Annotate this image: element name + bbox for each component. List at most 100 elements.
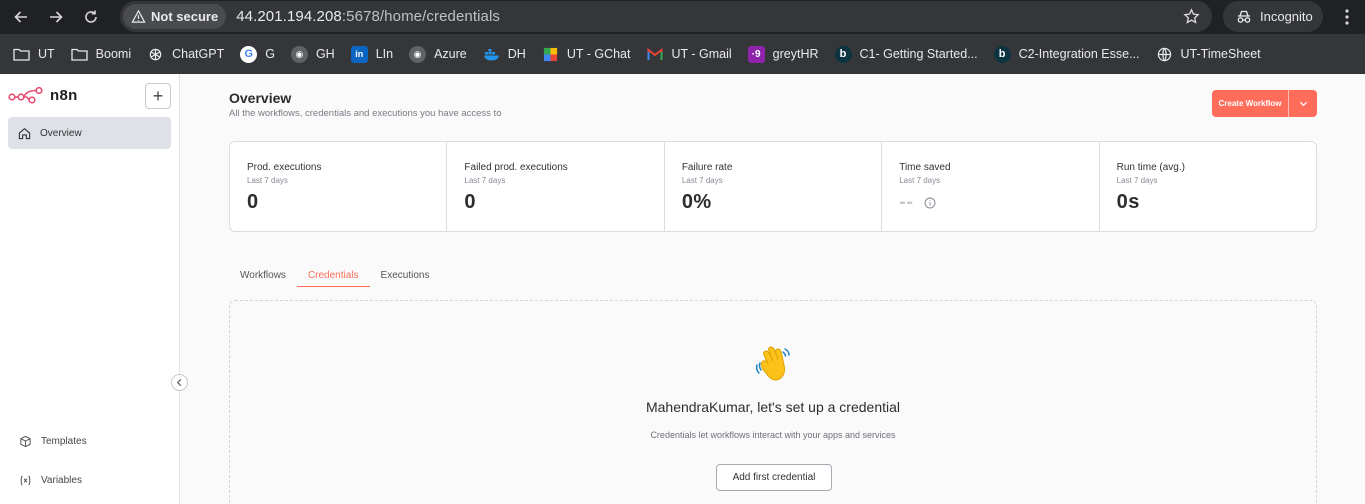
reload-button[interactable]	[76, 2, 106, 32]
bookmark-label: greytHR	[772, 47, 819, 61]
bookmark-lin[interactable]: in LIn	[350, 45, 393, 63]
add-first-credential-button[interactable]: Add first credential	[716, 464, 832, 491]
bookmark-dh[interactable]: DH	[483, 46, 526, 63]
page-subtitle: All the workflows, credentials and execu…	[229, 108, 502, 119]
box-icon	[20, 435, 31, 448]
bookmark-star-icon[interactable]	[1183, 8, 1200, 25]
back-button[interactable]	[6, 2, 36, 32]
tab-workflows[interactable]: Workflows	[229, 264, 297, 287]
create-dropdown-button[interactable]	[1289, 90, 1317, 117]
stat-run-time[interactable]: Run time (avg.) Last 7 days 0s	[1100, 142, 1316, 231]
sidebar-item-label: Overview	[40, 127, 82, 139]
stat-value: 0s	[1116, 191, 1140, 213]
boomi-b-icon: b	[834, 45, 852, 63]
google-icon: G	[240, 45, 258, 63]
sidebar-item-variables[interactable]: Variables	[19, 474, 82, 487]
n8n-logo-icon	[8, 86, 43, 104]
main-content: Overview All the workflows, credentials …	[229, 74, 1317, 504]
bookmark-c2[interactable]: b C2-Integration Esse...	[993, 45, 1140, 63]
tabs: Workflows Credentials Executions	[229, 264, 440, 287]
kebab-menu-icon[interactable]	[1338, 7, 1356, 27]
sidebar-item-label: Templates	[41, 436, 87, 447]
github-icon: ◉	[290, 45, 308, 63]
bookmark-azure[interactable]: ◉ Azure	[409, 45, 467, 63]
tab-credentials[interactable]: Credentials	[296, 264, 370, 287]
create-workflow-button[interactable]: Create Workflow	[1212, 90, 1317, 117]
variable-icon	[20, 475, 31, 486]
stat-failure-rate[interactable]: Failure rate Last 7 days 0%	[665, 142, 883, 231]
stat-time-saved[interactable]: Time saved Last 7 days --	[882, 142, 1100, 231]
create-workflow-label[interactable]: Create Workflow	[1212, 90, 1289, 117]
bookmark-label: ChatGPT	[172, 47, 225, 61]
sidebar-item-label: Variables	[41, 475, 82, 486]
bookmark-label: UT-TimeSheet	[1180, 47, 1261, 61]
waving-hand-icon	[755, 346, 790, 381]
incognito-label: Incognito	[1260, 9, 1313, 24]
bookmark-label: UT	[38, 47, 55, 61]
bookmark-ut-gchat[interactable]: UT - GChat	[542, 46, 630, 63]
chatgpt-icon	[147, 46, 164, 63]
add-button[interactable]: +	[145, 83, 171, 109]
stat-value: 0%	[681, 191, 712, 213]
bookmark-g[interactable]: G G	[240, 45, 275, 63]
sidebar-item-templates[interactable]: Templates	[19, 435, 87, 448]
bookmark-greythr[interactable]: ·9 greytHR	[747, 45, 819, 63]
reload-icon	[85, 10, 97, 23]
bookmark-c1[interactable]: b C1- Getting Started...	[834, 45, 978, 63]
bookmark-label: Azure	[434, 47, 467, 61]
stat-label: Failure rate	[681, 162, 733, 173]
collapse-sidebar-button[interactable]	[171, 374, 188, 391]
bookmark-chatgpt[interactable]: ChatGPT	[147, 46, 224, 63]
stat-prod-executions[interactable]: Prod. executions Last 7 days 0	[230, 142, 448, 231]
bookmark-label: DH	[507, 47, 526, 61]
stat-value: 0	[464, 191, 477, 213]
linkedin-icon: in	[350, 45, 368, 63]
boomi-b-icon: b	[993, 45, 1011, 63]
stat-label: Prod. executions	[247, 162, 322, 173]
address-bar[interactable]: Not secure 44.201.194.208:5678/home/cred…	[120, 1, 1212, 32]
stat-period: Last 7 days	[681, 176, 723, 185]
plus-icon: +	[152, 85, 164, 106]
bookmark-label: GH	[315, 47, 335, 61]
url-text[interactable]: 44.201.194.208:5678/home/credentials	[236, 8, 500, 25]
github-icon: ◉	[409, 45, 427, 63]
stat-failed-executions[interactable]: Failed prod. executions Last 7 days 0	[447, 142, 665, 231]
security-label: Not secure	[151, 9, 219, 24]
stat-value: 0	[247, 191, 259, 213]
empty-state: MahendraKumar, let's set up a credential…	[229, 300, 1317, 504]
tab-executions[interactable]: Executions	[370, 264, 441, 287]
incognito-icon	[1237, 10, 1251, 23]
security-chip[interactable]: Not secure	[123, 4, 227, 29]
stat-period: Last 7 days	[247, 176, 288, 185]
info-icon[interactable]	[924, 197, 936, 209]
globe-icon	[1156, 46, 1173, 63]
bookmark-label: G	[265, 47, 275, 61]
n8n-logo[interactable]: n8n	[8, 86, 78, 104]
bookmark-gh[interactable]: ◉ GH	[290, 45, 335, 63]
bookmark-ut-timesheet[interactable]: UT-TimeSheet	[1156, 46, 1261, 63]
arrow-left-icon	[14, 11, 27, 23]
sidebar-item-overview[interactable]: Overview	[8, 117, 171, 149]
sidebar: n8n + Overview Templates Variables	[0, 74, 188, 504]
folder-icon	[13, 46, 30, 63]
empty-state-description: Credentials let workflows interact with …	[650, 430, 896, 440]
url-path: :5678/home/credentials	[341, 8, 501, 25]
chevron-down-icon	[1299, 101, 1307, 107]
bookmark-label: UT - Gmail	[671, 47, 732, 61]
stat-label: Time saved	[899, 162, 951, 173]
url-host: 44.201.194.208	[236, 8, 342, 25]
forward-button[interactable]	[41, 2, 71, 32]
incognito-chip[interactable]: Incognito	[1223, 1, 1323, 32]
warning-triangle-icon	[131, 9, 146, 23]
stat-period: Last 7 days	[464, 176, 506, 185]
stat-label: Failed prod. executions	[464, 162, 568, 173]
bookmark-label: C2-Integration Esse...	[1018, 47, 1140, 61]
page-title: Overview	[229, 90, 292, 106]
gmail-icon	[646, 46, 663, 63]
bookmark-ut-gmail[interactable]: UT - Gmail	[646, 46, 732, 63]
empty-state-heading: MahendraKumar, let's set up a credential	[645, 399, 901, 415]
bookmark-ut[interactable]: UT	[13, 46, 55, 63]
logo-text: n8n	[50, 86, 78, 104]
stat-period: Last 7 days	[899, 176, 941, 185]
bookmark-boomi[interactable]: Boomi	[71, 46, 131, 63]
